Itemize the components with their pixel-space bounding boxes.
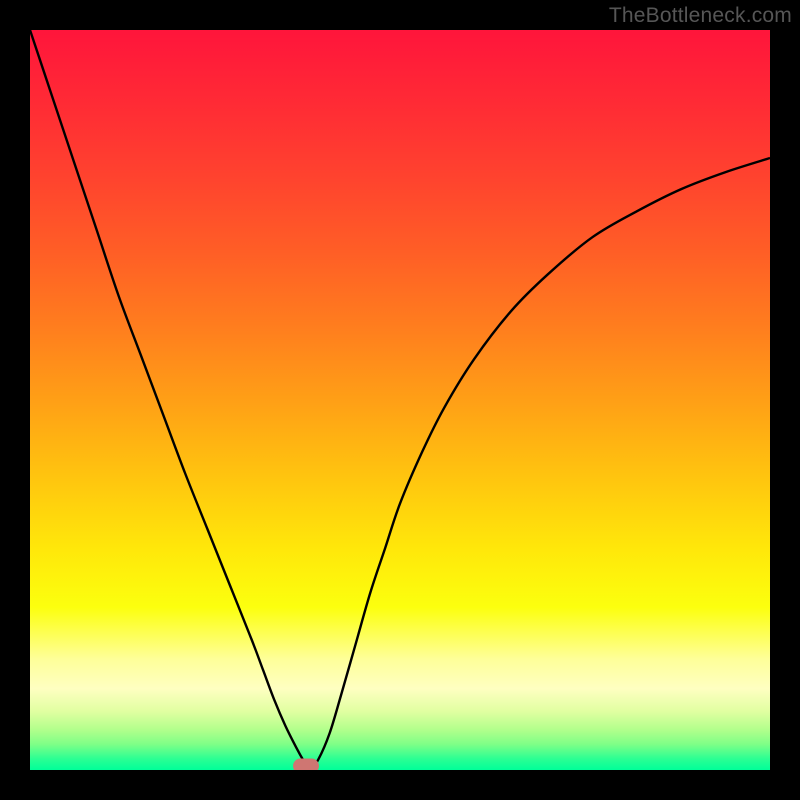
attribution-text: TheBottleneck.com	[609, 4, 792, 28]
chart-stage: TheBottleneck.com	[0, 0, 800, 800]
bottleneck-curve	[30, 30, 770, 770]
optimal-point-marker	[293, 759, 319, 770]
plot-area	[30, 30, 770, 770]
